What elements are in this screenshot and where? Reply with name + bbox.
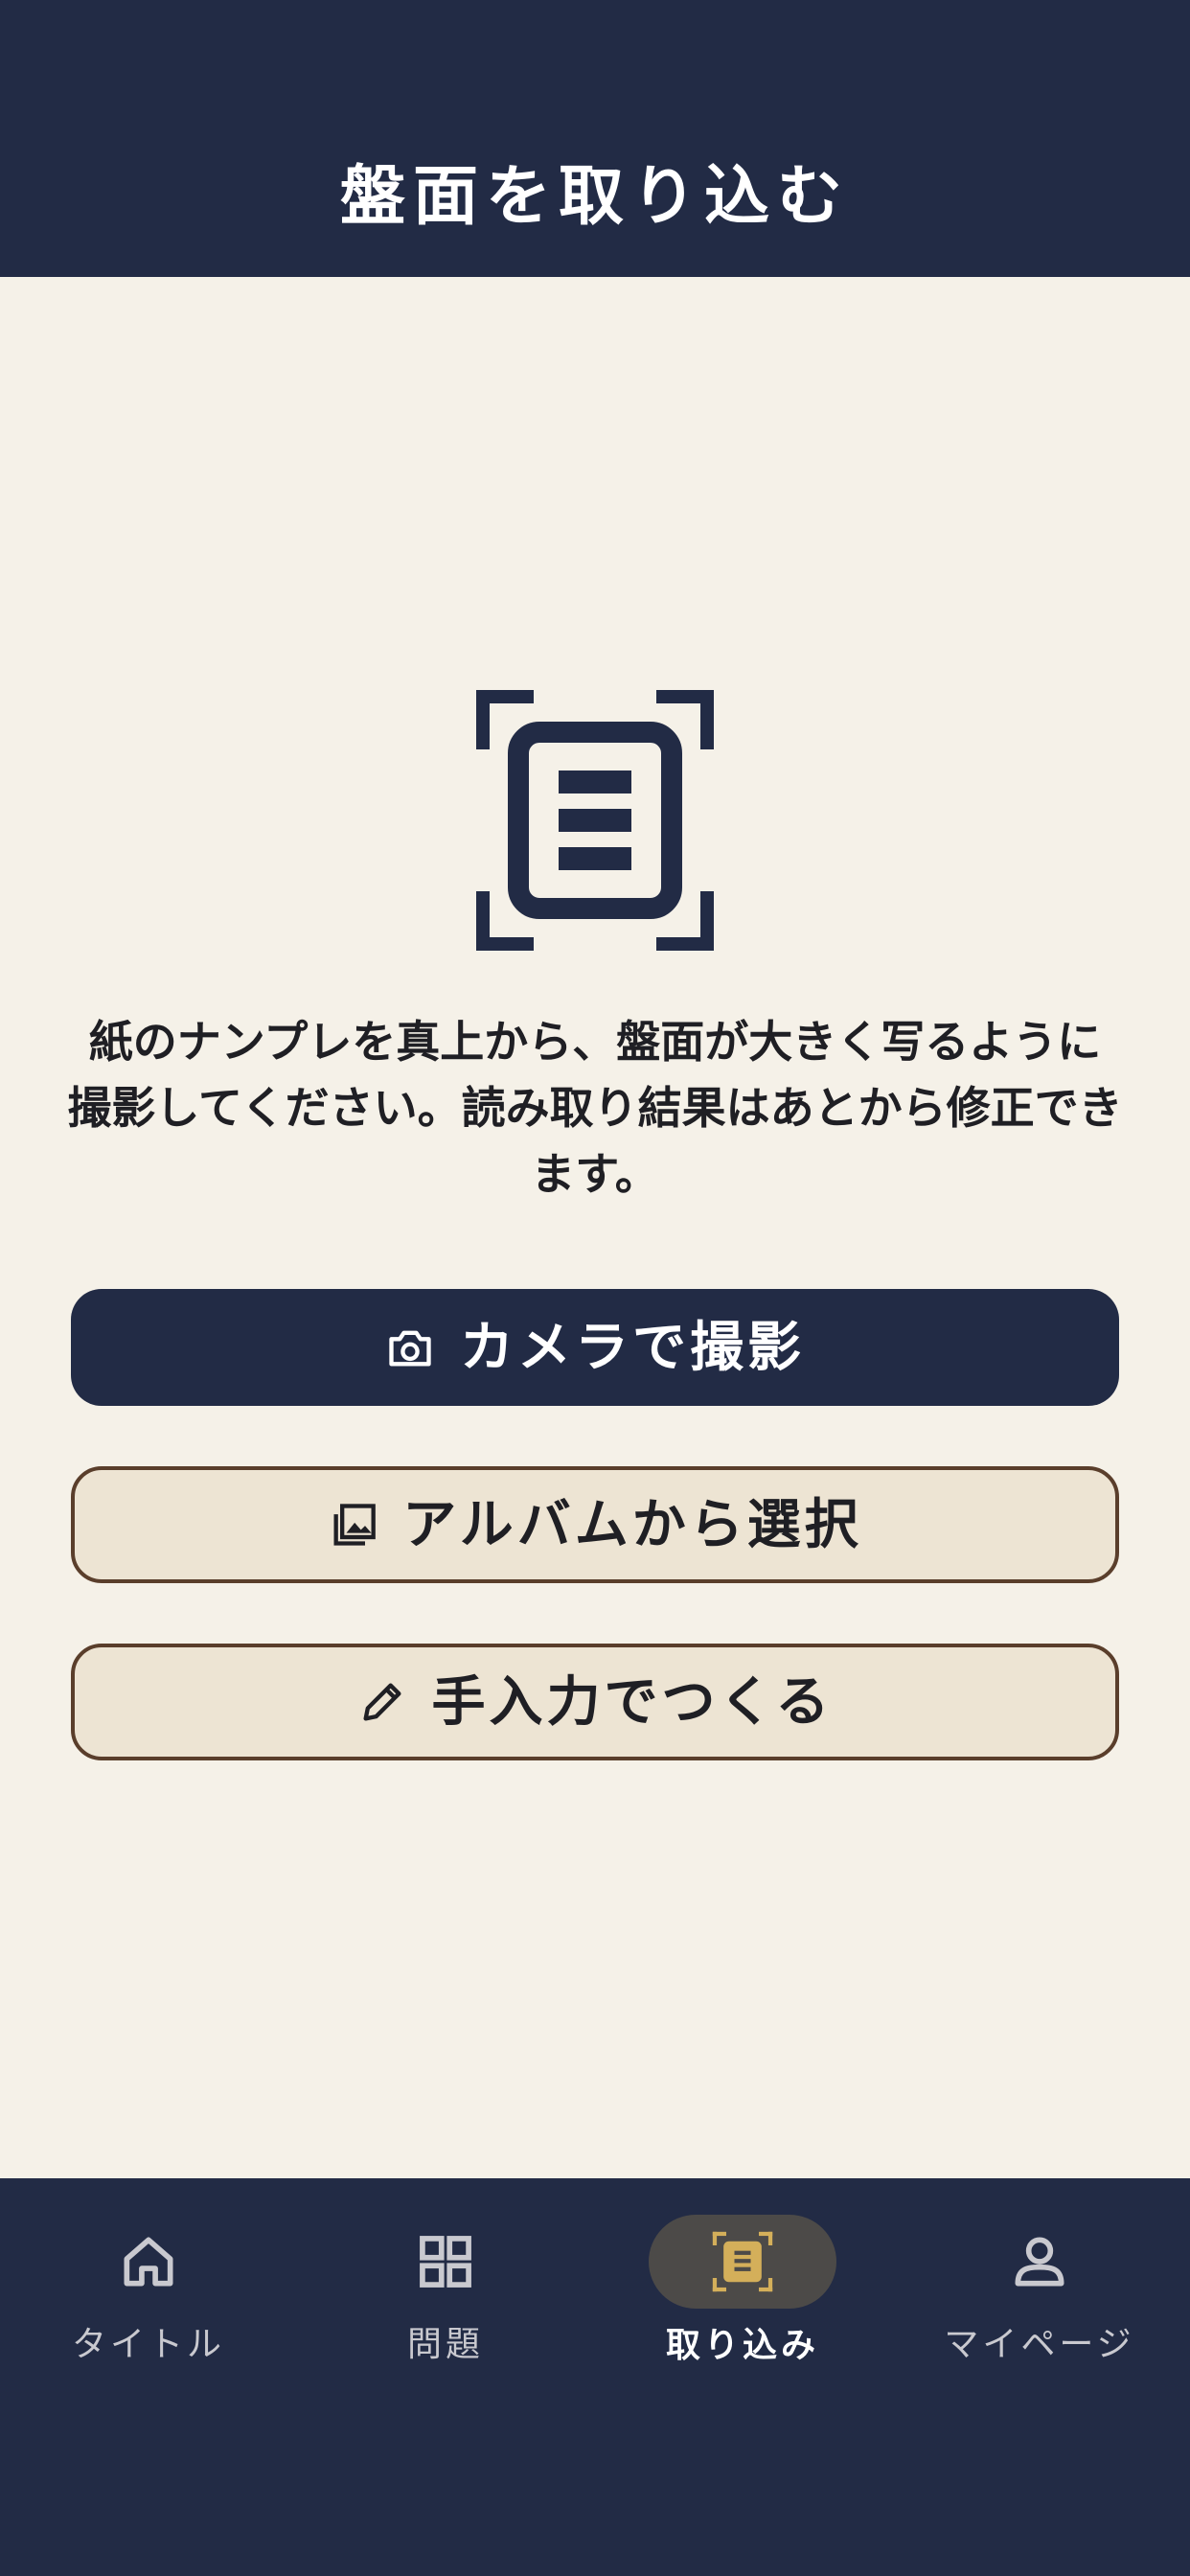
photo-library-icon xyxy=(333,1504,377,1546)
camera-button-label: カメラで撮影 xyxy=(460,1316,805,1379)
tab-import[interactable]: 取り込み xyxy=(594,2215,891,2387)
tab-mypage[interactable]: マイページ xyxy=(891,2215,1188,2387)
manual-input-label: 手入力でつくる xyxy=(431,1670,834,1734)
tab-title[interactable]: タイトル xyxy=(0,2215,297,2387)
album-select-button[interactable]: アルバムから選択 xyxy=(71,1466,1119,1583)
tab-mypage-label: マイページ xyxy=(944,2325,1135,2364)
tab-problems[interactable]: 問題 xyxy=(297,2215,594,2387)
bottom-tab-bar: タイトル 問題 取り込み マイページ xyxy=(0,2178,1190,2576)
album-select-label: アルバムから選択 xyxy=(402,1493,862,1556)
tab-icon-container xyxy=(55,2215,242,2309)
tab-icon-container xyxy=(352,2215,539,2309)
pencil-icon xyxy=(363,1683,401,1721)
tab-import-label: 取り込み xyxy=(665,2325,819,2365)
camera-icon xyxy=(389,1330,431,1367)
home-icon xyxy=(124,2237,173,2287)
app-header: 盤面を取り込む xyxy=(0,0,1190,277)
tab-icon-active-pill xyxy=(649,2215,836,2309)
camera-button[interactable]: カメラで撮影 xyxy=(71,1289,1119,1406)
main-content: 紙のナンプレを真上から、盤面が大きく写るように撮影してください。読み取り結果はあ… xyxy=(0,277,1190,2178)
grid-icon xyxy=(420,2236,471,2288)
tab-icon-container xyxy=(946,2215,1133,2309)
instruction-text: 紙のナンプレを真上から、盤面が大きく写るように撮影してください。読み取り結果はあ… xyxy=(67,1016,1123,1200)
person-icon xyxy=(1015,2237,1064,2287)
tab-problems-label: 問題 xyxy=(406,2325,484,2364)
manual-input-button[interactable]: 手入力でつくる xyxy=(71,1644,1119,1760)
page-title: 盤面を取り込む xyxy=(339,158,850,235)
document-scan-icon xyxy=(712,2231,773,2292)
document-scan-icon xyxy=(476,690,714,951)
tab-title-label: タイトル xyxy=(71,2325,225,2364)
